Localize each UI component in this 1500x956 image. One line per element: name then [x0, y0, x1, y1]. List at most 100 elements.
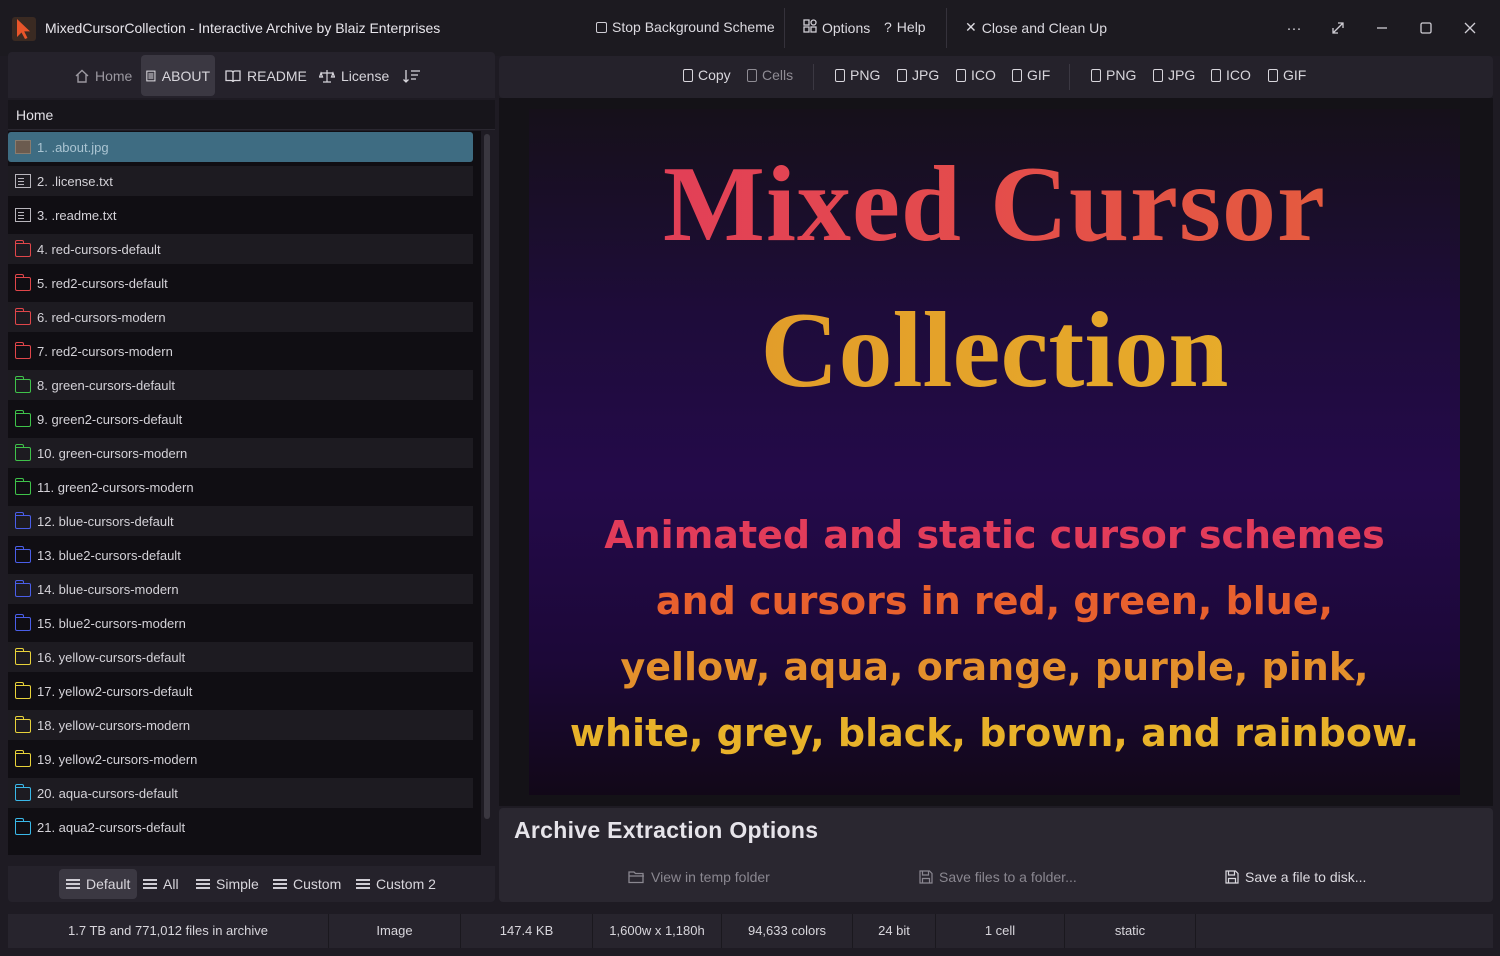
folder-icon [14, 682, 31, 699]
close-window-button[interactable] [1455, 14, 1485, 42]
view-custom-tab[interactable]: Custom [266, 869, 348, 899]
file-list-item-label: 20. aqua-cursors-default [37, 785, 178, 801]
copy-ico-button[interactable]: ICO [956, 67, 996, 83]
save-file-to-disk-button[interactable]: Save a file to disk... [1225, 869, 1366, 885]
copy-icon [683, 68, 693, 82]
list-icon [66, 879, 80, 889]
tab-license-label: License [341, 67, 390, 84]
cells-label: Cells [762, 67, 794, 83]
save-png-label: PNG [1106, 67, 1137, 83]
file-list-item[interactable]: 8. green-cursors-default [8, 370, 473, 400]
copy-gif-button[interactable]: GIF [1012, 67, 1050, 83]
save-jpg-label: JPG [1168, 67, 1196, 83]
tab-home[interactable]: Home [70, 55, 137, 96]
file-list-item[interactable]: 4. red-cursors-default [8, 234, 473, 264]
file-list-item[interactable]: 10. green-cursors-modern [8, 438, 473, 468]
view-simple-tab[interactable]: Simple [189, 869, 266, 899]
save-folder-label: Save files to a folder... [939, 869, 1077, 885]
file-list-item-label: 16. yellow-cursors-default [37, 649, 186, 665]
file-list-item-label: 12. blue-cursors-default [37, 513, 174, 529]
fullscreen-button[interactable] [1323, 14, 1353, 42]
file-list-item[interactable]: 12. blue-cursors-default [8, 506, 473, 536]
file-list-item[interactable]: 6. red-cursors-modern [8, 302, 473, 332]
file-list-item[interactable]: 19. yellow2-cursors-modern [8, 744, 473, 774]
file-list-item[interactable]: 9. green2-cursors-default [8, 404, 473, 434]
copy-jpg-button[interactable]: JPG [897, 67, 939, 83]
file-list-item[interactable]: 1. .about.jpg [8, 132, 473, 162]
file-list-item[interactable]: 7. red2-cursors-modern [8, 336, 473, 366]
list-icon [196, 879, 210, 889]
options-icon [803, 19, 817, 36]
folder-icon [14, 784, 31, 801]
tab-readme[interactable]: README [220, 55, 312, 96]
view-all-label: All [163, 876, 179, 892]
more-menu-button[interactable]: ··· [1279, 14, 1309, 42]
file-list-item-label: 19. yellow2-cursors-modern [37, 751, 198, 767]
close-x-icon: ✕ [965, 19, 977, 35]
folder-icon [14, 648, 31, 665]
status-bar: 1.7 TB and 771,012 files in archive Imag… [8, 914, 1493, 948]
file-list-item[interactable]: 18. yellow-cursors-modern [8, 710, 473, 740]
file-list-item[interactable]: 13. blue2-cursors-default [8, 540, 473, 570]
app-logo-icon [12, 17, 36, 41]
close-and-clean-up-button[interactable]: ✕ Close and Clean Up [965, 19, 1107, 36]
options-button[interactable]: Options [803, 19, 870, 36]
save-files-to-folder-button[interactable]: Save files to a folder... [919, 869, 1077, 885]
image-viewer[interactable]: Mixed Cursor Collection Animated and sta… [499, 98, 1493, 806]
image-file-icon [15, 140, 31, 154]
save-ico-button[interactable]: ICO [1211, 67, 1251, 83]
folder-icon [14, 580, 31, 597]
list-icon [273, 879, 287, 889]
file-list-item[interactable]: 14. blue-cursors-modern [8, 574, 473, 604]
poster-subtitle-line4: white, grey, black, brown, and rainbow. [569, 711, 1420, 755]
file-list-item-label: 9. green2-cursors-default [37, 411, 183, 427]
save-gif-button[interactable]: GIF [1268, 67, 1306, 83]
folder-icon [14, 342, 31, 359]
stop-background-scheme-button[interactable]: Stop Background Scheme [596, 19, 775, 35]
sort-button[interactable] [398, 55, 426, 96]
view-all-tab[interactable]: All [136, 869, 186, 899]
file-list-item-label: 5. red2-cursors-default [37, 275, 168, 291]
save-jpg-button[interactable]: JPG [1153, 67, 1195, 83]
status-animation: static [1114, 923, 1146, 938]
status-dimensions: 1,600w x 1,180h [609, 923, 705, 938]
minimize-button[interactable] [1367, 14, 1397, 42]
view-default-label: Default [86, 876, 131, 892]
maximize-button[interactable] [1411, 14, 1441, 42]
file-list: 1. .about.jpg 2. .license.txt 3. .readme.t… [8, 131, 481, 855]
view-simple-label: Simple [216, 876, 259, 892]
help-button[interactable]: ? Help [884, 19, 926, 35]
tab-license[interactable]: License [314, 55, 394, 96]
cells-button[interactable]: Cells [747, 67, 793, 83]
file-list-item[interactable]: 17. yellow2-cursors-default [8, 676, 473, 706]
view-default-tab[interactable]: Default [59, 869, 138, 899]
file-list-item[interactable]: 20. aqua-cursors-default [8, 778, 473, 808]
file-list-item[interactable]: 11. green2-cursors-modern [8, 472, 473, 502]
breadcrumb[interactable]: Home [8, 100, 495, 130]
folder-icon [14, 716, 31, 733]
view-custom2-tab[interactable]: Custom 2 [349, 869, 443, 899]
copy-button[interactable]: Copy [683, 67, 731, 83]
file-list-item[interactable]: 21. aqua2-cursors-default [8, 812, 473, 842]
stop-scheme-label: Stop Background Scheme [612, 19, 775, 35]
view-in-temp-folder-button[interactable]: View in temp folder [628, 869, 770, 885]
expand-icon [1332, 22, 1344, 34]
file-list-scrollbar[interactable] [484, 134, 490, 819]
copy-png-button[interactable]: PNG [835, 67, 880, 83]
poster-subtitle-line3: yellow, aqua, orange, purple, pink, [620, 645, 1369, 689]
copy-png-label: PNG [850, 67, 881, 83]
save-icon [1268, 68, 1278, 82]
text-file-icon [15, 208, 31, 222]
save-icon [1211, 68, 1221, 82]
file-list-item[interactable]: 5. red2-cursors-default [8, 268, 473, 298]
file-list-item[interactable]: 16. yellow-cursors-default [8, 642, 473, 672]
maximize-icon [1420, 22, 1432, 34]
file-list-item-label: 21. aqua2-cursors-default [37, 819, 186, 835]
file-list-item-label: 17. yellow2-cursors-default [37, 683, 193, 699]
file-list-item[interactable]: 3. .readme.txt [8, 200, 473, 230]
save-png-button[interactable]: PNG [1091, 67, 1136, 83]
tab-about[interactable]: ABOUT [141, 55, 215, 96]
file-list-item[interactable]: 15. blue2-cursors-modern [8, 608, 473, 638]
file-list-item[interactable]: 2. .license.txt [8, 166, 473, 196]
folder-icon [14, 478, 31, 495]
